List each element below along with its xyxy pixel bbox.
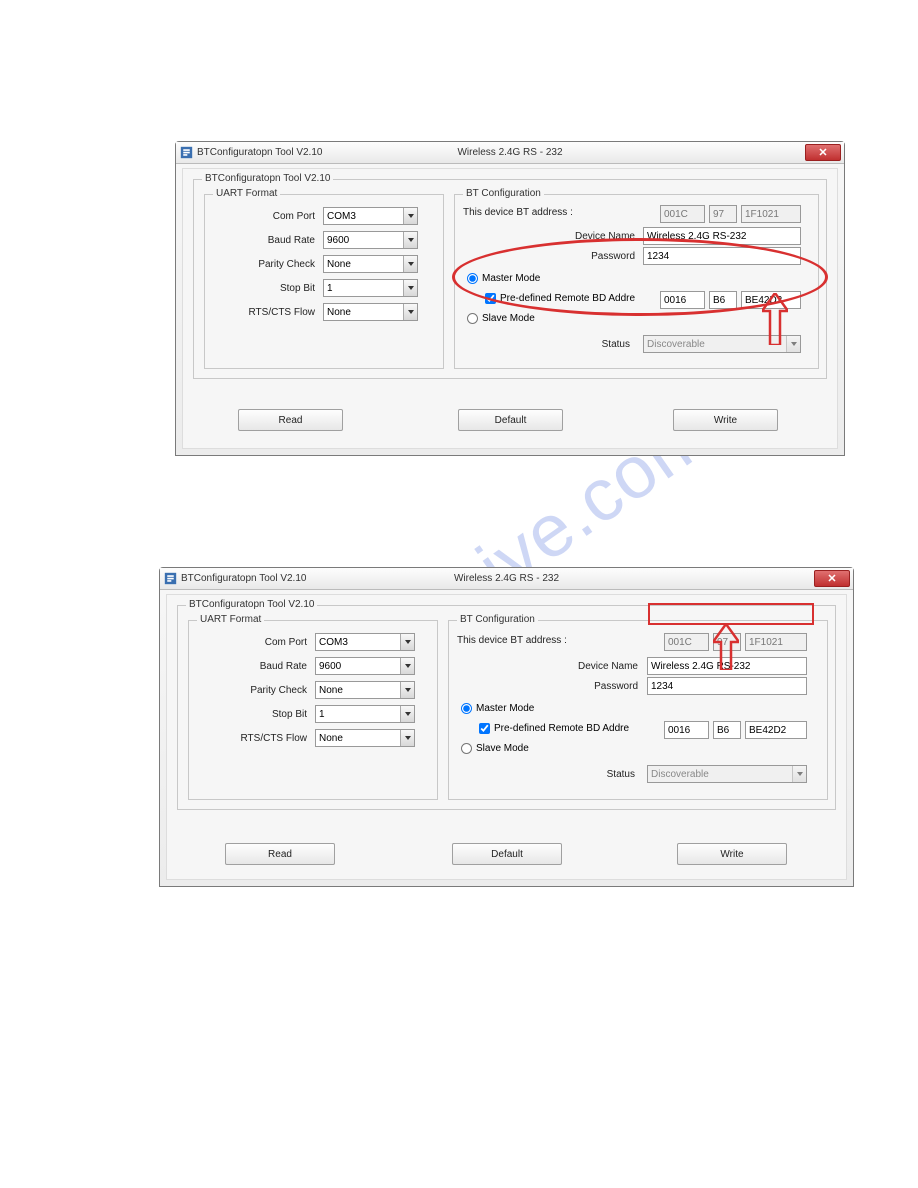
stop-bit-label: Stop Bit (199, 709, 307, 720)
predef-addr-a[interactable] (664, 721, 709, 739)
close-button[interactable]: ✕ (805, 144, 841, 161)
predefined-checkbox-input[interactable] (479, 723, 490, 734)
chevron-down-icon[interactable] (403, 304, 417, 320)
stop-bit-label: Stop Bit (215, 283, 315, 294)
titlebar: BTConfiguratopn Tool V2.10 Wireless 2.4G… (160, 568, 853, 590)
uart-group: UART Format Com Port Baud Rate Parity Ch… (204, 194, 444, 369)
outer-group: BTConfiguratopn Tool V2.10 UART Format C… (177, 605, 836, 810)
chevron-down-icon[interactable] (400, 706, 414, 722)
bt-legend: BT Configuration (463, 188, 544, 199)
close-icon: ✕ (818, 146, 827, 159)
com-port-label: Com Port (199, 637, 307, 648)
window-2: BTConfiguratopn Tool V2.10 Wireless 2.4G… (159, 567, 854, 887)
password-label: Password (535, 251, 635, 262)
rtscts-label: RTS/CTS Flow (199, 733, 307, 744)
chevron-down-icon[interactable] (400, 634, 414, 650)
predefined-checkbox[interactable]: Pre-defined Remote BD Addre (485, 293, 635, 304)
password-input[interactable] (647, 677, 807, 695)
write-button[interactable]: Write (673, 409, 778, 431)
status-select (643, 335, 801, 353)
status-select (647, 765, 807, 783)
master-mode-radio[interactable]: Master Mode (467, 273, 540, 284)
slave-mode-radio[interactable]: Slave Mode (461, 743, 529, 754)
bt-addr-c (745, 633, 807, 651)
predef-addr-b[interactable] (709, 291, 737, 309)
chevron-down-icon[interactable] (400, 682, 414, 698)
bt-group: BT Configuration This device BT address … (454, 194, 819, 369)
bt-addr-b (713, 633, 741, 651)
bt-config-icon (180, 146, 193, 159)
parity-label: Parity Check (215, 259, 315, 270)
titlebar: BTConfiguratopn Tool V2.10 Wireless 2.4G… (176, 142, 844, 164)
password-label: Password (533, 681, 638, 692)
write-button[interactable]: Write (677, 843, 787, 865)
master-mode-label: Master Mode (482, 273, 540, 284)
password-input[interactable] (643, 247, 801, 265)
bt-group: BT Configuration This device BT address … (448, 620, 828, 800)
predefined-label: Pre-defined Remote BD Addre (494, 723, 629, 734)
chevron-down-icon[interactable] (403, 208, 417, 224)
read-button[interactable]: Read (225, 843, 335, 865)
uart-legend: UART Format (213, 188, 280, 199)
baud-rate-label: Baud Rate (199, 661, 307, 672)
slave-mode-label: Slave Mode (476, 743, 529, 754)
predefined-checkbox-input[interactable] (485, 293, 496, 304)
predef-addr-c[interactable] (745, 721, 807, 739)
chevron-down-icon (792, 766, 806, 782)
slave-mode-radio[interactable]: Slave Mode (467, 313, 535, 324)
outer-group-legend: BTConfiguratopn Tool V2.10 (202, 173, 333, 184)
bt-addr-c (741, 205, 801, 223)
chevron-down-icon[interactable] (403, 280, 417, 296)
parity-label: Parity Check (199, 685, 307, 696)
status-label: Status (577, 769, 635, 780)
predef-addr-a[interactable] (660, 291, 705, 309)
bt-addr-label: This device BT address : (457, 635, 607, 646)
master-mode-label: Master Mode (476, 703, 534, 714)
default-button[interactable]: Default (458, 409, 563, 431)
client-area: BTConfiguratopn Tool V2.10 UART Format C… (166, 594, 847, 880)
window-1: BTConfiguratopn Tool V2.10 Wireless 2.4G… (175, 141, 845, 456)
bt-addr-a (660, 205, 705, 223)
chevron-down-icon[interactable] (403, 256, 417, 272)
master-mode-radio-input[interactable] (467, 273, 478, 284)
slave-mode-radio-input[interactable] (461, 743, 472, 754)
window-title-left: BTConfiguratopn Tool V2.10 (197, 147, 322, 158)
rtscts-label: RTS/CTS Flow (215, 307, 315, 318)
client-area: BTConfiguratopn Tool V2.10 UART Format C… (182, 168, 838, 449)
baud-rate-label: Baud Rate (215, 235, 315, 246)
uart-group: UART Format Com Port Baud Rate Parity Ch… (188, 620, 438, 800)
bt-addr-b (709, 205, 737, 223)
read-button[interactable]: Read (238, 409, 343, 431)
predefined-checkbox[interactable]: Pre-defined Remote BD Addre (479, 723, 629, 734)
bt-addr-a (664, 633, 709, 651)
window-title-left: BTConfiguratopn Tool V2.10 (181, 573, 306, 584)
slave-mode-radio-input[interactable] (467, 313, 478, 324)
close-button[interactable]: ✕ (814, 570, 850, 587)
master-mode-radio[interactable]: Master Mode (461, 703, 534, 714)
predef-addr-b[interactable] (713, 721, 741, 739)
outer-group-legend: BTConfiguratopn Tool V2.10 (186, 599, 317, 610)
slave-mode-label: Slave Mode (482, 313, 535, 324)
close-icon: ✕ (827, 572, 836, 585)
com-port-label: Com Port (215, 211, 315, 222)
predef-addr-c[interactable] (741, 291, 801, 309)
bt-config-icon (164, 572, 177, 585)
status-label: Status (575, 339, 630, 350)
device-name-label: Device Name (535, 231, 635, 242)
uart-legend: UART Format (197, 614, 264, 625)
master-mode-radio-input[interactable] (461, 703, 472, 714)
bt-addr-label: This device BT address : (463, 207, 613, 218)
default-button[interactable]: Default (452, 843, 562, 865)
chevron-down-icon (786, 336, 800, 352)
device-name-input[interactable] (647, 657, 807, 675)
chevron-down-icon[interactable] (400, 658, 414, 674)
device-name-input[interactable] (643, 227, 801, 245)
chevron-down-icon[interactable] (400, 730, 414, 746)
bt-legend: BT Configuration (457, 614, 538, 625)
outer-group: BTConfiguratopn Tool V2.10 UART Format C… (193, 179, 827, 379)
predefined-label: Pre-defined Remote BD Addre (500, 293, 635, 304)
chevron-down-icon[interactable] (403, 232, 417, 248)
device-name-label: Device Name (533, 661, 638, 672)
